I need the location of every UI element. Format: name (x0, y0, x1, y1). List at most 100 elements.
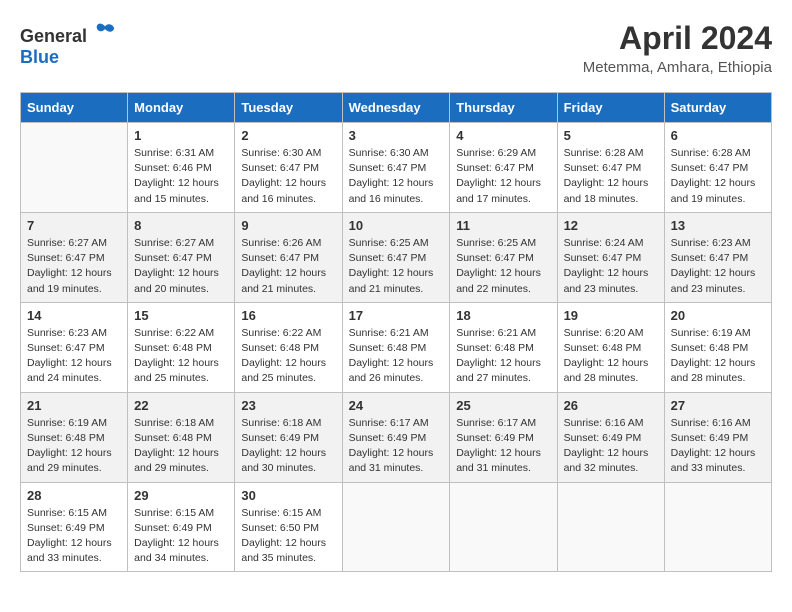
calendar-cell: 26 Sunrise: 6:16 AMSunset: 6:49 PMDayligh… (557, 392, 664, 482)
calendar-cell (557, 482, 664, 572)
col-header-sunday: Sunday (21, 93, 128, 123)
logo-bird-icon (94, 20, 116, 42)
day-number: 14 (27, 308, 121, 323)
day-number: 2 (241, 128, 335, 143)
calendar-cell: 11 Sunrise: 6:25 AMSunset: 6:47 PMDayligh… (450, 212, 557, 302)
day-number: 11 (456, 218, 550, 233)
calendar-cell: 23 Sunrise: 6:18 AMSunset: 6:49 PMDayligh… (235, 392, 342, 482)
calendar-cell: 19Sunrise: 6:20 AMSunset: 6:48 PMDayligh… (557, 302, 664, 392)
calendar-cell: 15Sunrise: 6:22 AMSunset: 6:48 PMDayligh… (128, 302, 235, 392)
day-number: 27 (671, 398, 765, 413)
day-number: 19 (564, 308, 658, 323)
day-info: Sunrise: 6:19 AMSunset: 6:48 PMDaylight:… (27, 416, 121, 477)
calendar-week-row: 1 Sunrise: 6:31 AMSunset: 6:46 PMDaylight… (21, 123, 772, 213)
calendar-cell: 27 Sunrise: 6:16 AMSunset: 6:49 PMDayligh… (664, 392, 771, 482)
calendar-cell: 17 Sunrise: 6:21 AMSunset: 6:48 PMDayligh… (342, 302, 450, 392)
day-info: Sunrise: 6:28 AMSunset: 6:47 PMDaylight:… (671, 146, 765, 207)
calendar-cell: 29 Sunrise: 6:15 AMSunset: 6:49 PMDayligh… (128, 482, 235, 572)
day-number: 22 (134, 398, 228, 413)
day-number: 7 (27, 218, 121, 233)
day-number: 10 (349, 218, 444, 233)
calendar-cell: 28 Sunrise: 6:15 AMSunset: 6:49 PMDayligh… (21, 482, 128, 572)
calendar-cell (664, 482, 771, 572)
day-info: Sunrise: 6:30 AMSunset: 6:47 PMDaylight:… (349, 146, 444, 207)
calendar-cell: 3 Sunrise: 6:30 AMSunset: 6:47 PMDaylight… (342, 123, 450, 213)
day-info: Sunrise: 6:27 AMSunset: 6:47 PMDaylight:… (134, 236, 228, 297)
col-header-wednesday: Wednesday (342, 93, 450, 123)
day-info: Sunrise: 6:31 AMSunset: 6:46 PMDaylight:… (134, 146, 228, 207)
calendar-cell: 1 Sunrise: 6:31 AMSunset: 6:46 PMDaylight… (128, 123, 235, 213)
logo: General Blue (20, 20, 116, 68)
day-info: Sunrise: 6:19 AMSunset: 6:48 PMDaylight:… (671, 326, 765, 387)
calendar-week-row: 21Sunrise: 6:19 AMSunset: 6:48 PMDayligh… (21, 392, 772, 482)
col-header-saturday: Saturday (664, 93, 771, 123)
day-info: Sunrise: 6:17 AMSunset: 6:49 PMDaylight:… (349, 416, 444, 477)
calendar-cell (21, 123, 128, 213)
day-number: 26 (564, 398, 658, 413)
day-number: 25 (456, 398, 550, 413)
calendar-cell: 22Sunrise: 6:18 AMSunset: 6:48 PMDayligh… (128, 392, 235, 482)
day-number: 5 (564, 128, 658, 143)
calendar-cell: 8Sunrise: 6:27 AMSunset: 6:47 PMDaylight… (128, 212, 235, 302)
day-info: Sunrise: 6:29 AMSunset: 6:47 PMDaylight:… (456, 146, 550, 207)
calendar-cell: 7Sunrise: 6:27 AMSunset: 6:47 PMDaylight… (21, 212, 128, 302)
day-number: 30 (241, 488, 335, 503)
day-number: 20 (671, 308, 765, 323)
calendar-cell: 21Sunrise: 6:19 AMSunset: 6:48 PMDayligh… (21, 392, 128, 482)
day-info: Sunrise: 6:28 AMSunset: 6:47 PMDaylight:… (564, 146, 658, 207)
day-info: Sunrise: 6:16 AMSunset: 6:49 PMDaylight:… (564, 416, 658, 477)
day-info: Sunrise: 6:15 AMSunset: 6:49 PMDaylight:… (27, 506, 121, 567)
day-number: 12 (564, 218, 658, 233)
day-number: 3 (349, 128, 444, 143)
location-subtitle: Metemma, Amhara, Ethiopia (583, 59, 772, 76)
day-info: Sunrise: 6:30 AMSunset: 6:47 PMDaylight:… (241, 146, 335, 207)
title-area: April 2024 Metemma, Amhara, Ethiopia (583, 20, 772, 76)
day-info: Sunrise: 6:16 AMSunset: 6:49 PMDaylight:… (671, 416, 765, 477)
day-info: Sunrise: 6:15 AMSunset: 6:49 PMDaylight:… (134, 506, 228, 567)
calendar-cell: 30 Sunrise: 6:15 AMSunset: 6:50 PMDayligh… (235, 482, 342, 572)
calendar-header-row: SundayMondayTuesdayWednesdayThursdayFrid… (21, 93, 772, 123)
day-info: Sunrise: 6:22 AMSunset: 6:48 PMDaylight:… (241, 326, 335, 387)
calendar-cell: 12Sunrise: 6:24 AMSunset: 6:47 PMDayligh… (557, 212, 664, 302)
col-header-friday: Friday (557, 93, 664, 123)
day-number: 15 (134, 308, 228, 323)
logo-text: General Blue (20, 20, 116, 68)
calendar-week-row: 7 Sunrise: 6:27 AMSunset: 6:47 PMDaylight… (21, 212, 772, 302)
logo-general: General (20, 26, 87, 46)
calendar-cell (450, 482, 557, 572)
day-info: Sunrise: 6:17 AMSunset: 6:49 PMDaylight:… (456, 416, 550, 477)
day-number: 24 (349, 398, 444, 413)
day-info: Sunrise: 6:26 AMSunset: 6:47 PMDaylight:… (241, 236, 335, 297)
calendar-cell (342, 482, 450, 572)
day-number: 6 (671, 128, 765, 143)
calendar-cell: 10Sunrise: 6:25 AMSunset: 6:47 PMDayligh… (342, 212, 450, 302)
day-number: 9 (241, 218, 335, 233)
day-number: 18 (456, 308, 550, 323)
day-number: 28 (27, 488, 121, 503)
day-number: 17 (349, 308, 444, 323)
day-number: 1 (134, 128, 228, 143)
calendar-cell: 20 Sunrise: 6:19 AMSunset: 6:48 PMDayligh… (664, 302, 771, 392)
calendar-cell: 4 Sunrise: 6:29 AMSunset: 6:47 PMDaylight… (450, 123, 557, 213)
day-number: 29 (134, 488, 228, 503)
day-number: 13 (671, 218, 765, 233)
day-number: 16 (241, 308, 335, 323)
calendar-cell: 14Sunrise: 6:23 AMSunset: 6:47 PMDayligh… (21, 302, 128, 392)
calendar-cell: 6 Sunrise: 6:28 AMSunset: 6:47 PMDaylight… (664, 123, 771, 213)
calendar-cell: 18 Sunrise: 6:21 AMSunset: 6:48 PMDayligh… (450, 302, 557, 392)
day-info: Sunrise: 6:18 AMSunset: 6:49 PMDaylight:… (241, 416, 335, 477)
col-header-monday: Monday (128, 93, 235, 123)
calendar-cell: 9 Sunrise: 6:26 AMSunset: 6:47 PMDaylight… (235, 212, 342, 302)
month-year-title: April 2024 (583, 20, 772, 57)
calendar-cell: 5 Sunrise: 6:28 AMSunset: 6:47 PMDaylight… (557, 123, 664, 213)
day-info: Sunrise: 6:25 AMSunset: 6:47 PMDaylight:… (456, 236, 550, 297)
day-number: 23 (241, 398, 335, 413)
calendar-cell: 16 Sunrise: 6:22 AMSunset: 6:48 PMDayligh… (235, 302, 342, 392)
day-info: Sunrise: 6:15 AMSunset: 6:50 PMDaylight:… (241, 506, 335, 567)
calendar-cell: 24 Sunrise: 6:17 AMSunset: 6:49 PMDayligh… (342, 392, 450, 482)
day-info: Sunrise: 6:21 AMSunset: 6:48 PMDaylight:… (456, 326, 550, 387)
col-header-tuesday: Tuesday (235, 93, 342, 123)
day-info: Sunrise: 6:21 AMSunset: 6:48 PMDaylight:… (349, 326, 444, 387)
day-info: Sunrise: 6:23 AMSunset: 6:47 PMDaylight:… (671, 236, 765, 297)
day-number: 4 (456, 128, 550, 143)
